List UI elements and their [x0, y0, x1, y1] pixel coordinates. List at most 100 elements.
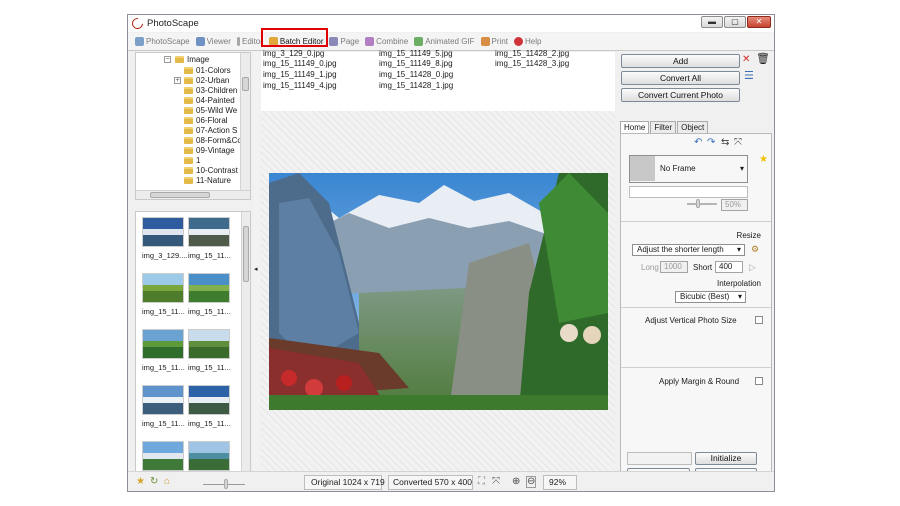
thumbnail-item[interactable]: img_15_11...	[142, 329, 188, 372]
crop-icon[interactable]: ⤧	[734, 138, 742, 148]
file-item[interactable]: img_15_11428_2.jpg	[495, 49, 569, 58]
tab-home[interactable]: Home	[620, 121, 650, 133]
delete-icon[interactable]: ✕	[742, 55, 750, 65]
frame-percent-field[interactable]: 50%	[721, 199, 748, 211]
file-item[interactable]: img_15_11428_1.jpg	[379, 81, 453, 90]
config-name-field[interactable]	[627, 452, 692, 465]
tree-item-11-nature[interactable]: 11-Nature	[184, 175, 231, 185]
rotate-right-icon[interactable]: ↷	[707, 138, 715, 148]
expand-02-urban-toggle[interactable]: +	[174, 77, 181, 84]
thumbnail-vertical-scrollbar[interactable]	[241, 212, 250, 484]
favorite-folder-icon[interactable]: ★	[136, 477, 145, 487]
close-button[interactable]: ✕	[747, 16, 771, 28]
thumbnail-caption: img_15_11...	[142, 419, 185, 428]
frame-select[interactable]: No Frame	[629, 155, 748, 183]
tree-scroll-thumb[interactable]	[242, 77, 249, 91]
folder-up-icon[interactable]: ⌂	[164, 477, 170, 487]
tree-item-05-wild[interactable]: 05-Wild We	[184, 105, 237, 115]
folder-tree[interactable]: − Image 01-Colors + 02-Urban 03-Children…	[135, 52, 251, 200]
tab-help[interactable]: Help	[511, 34, 544, 50]
list-settings-icon[interactable]: ☰	[744, 71, 754, 82]
rotate-left-icon[interactable]: ↶	[694, 138, 702, 148]
tree-item-02-urban[interactable]: 02-Urban	[184, 75, 229, 85]
thumbnail-item[interactable]: img_15_11...	[188, 329, 234, 372]
thumbnail-item[interactable]: img_15_11...	[188, 217, 234, 260]
tree-item-06-floral[interactable]: 06-Floral	[184, 115, 228, 125]
collapse-image-toggle[interactable]: −	[164, 56, 171, 63]
tree-item-label: 05-Wild We	[196, 105, 238, 115]
tree-hscroll-thumb[interactable]	[150, 192, 210, 198]
file-item[interactable]: img_15_11149_0.jpg	[263, 59, 337, 68]
adjust-vertical-checkbox[interactable]	[755, 316, 763, 324]
zoom-out-icon[interactable]: ⊖	[526, 476, 537, 488]
apply-margin-checkbox[interactable]	[755, 377, 763, 385]
convert-current-photo-button[interactable]: Convert Current Photo	[621, 88, 740, 102]
frame-slider-thumb[interactable]	[696, 199, 700, 208]
tree-root-image[interactable]: Image	[175, 54, 209, 64]
file-item[interactable]: img_15_11428_0.jpg	[379, 70, 453, 79]
tree-item-04-painted[interactable]: 04-Painted	[184, 95, 235, 105]
file-list[interactable]: img_3_129_0.jpg img_15_11149_0.jpg img_1…	[261, 49, 615, 111]
tree-item-1[interactable]: 1	[184, 155, 200, 165]
favorite-star-icon[interactable]: ★	[759, 155, 768, 165]
add-button[interactable]: Add	[621, 54, 740, 68]
convert-all-button[interactable]: Convert All	[621, 71, 740, 85]
tab-photoscape[interactable]: PhotoScape	[132, 34, 193, 50]
tab-filter[interactable]: Filter	[650, 121, 677, 133]
tab-object[interactable]: Object	[677, 121, 709, 133]
maximize-button[interactable]: ▢	[724, 16, 746, 28]
file-item[interactable]: img_15_11149_4.jpg	[263, 81, 337, 90]
tab-combine[interactable]: Combine	[362, 34, 411, 50]
pane-splitter[interactable]: ◂	[253, 52, 260, 490]
flip-icon[interactable]: ⇆	[721, 138, 729, 148]
short-input[interactable]: 400	[715, 261, 743, 273]
tree-vertical-scrollbar[interactable]	[240, 53, 250, 199]
thumbnail-list[interactable]: img_3_129.... img_15_11... img_15_11... img…	[135, 211, 251, 485]
tab-editor[interactable]: Editor	[234, 34, 266, 50]
folder-icon	[184, 156, 193, 164]
tree-horizontal-scrollbar[interactable]	[136, 190, 250, 199]
tab-label: Viewer	[206, 37, 231, 46]
tree-item-07-action[interactable]: 07-Action S	[184, 125, 237, 135]
tree-item-label: 10-Contrast	[196, 165, 238, 175]
tab-batch-editor[interactable]: Batch Editor	[266, 34, 327, 50]
thumbnail-item[interactable]: img_15_11...	[188, 385, 234, 428]
file-item[interactable]: img_3_129_0.jpg	[263, 49, 324, 58]
file-item[interactable]: img_15_11149_1.jpg	[263, 70, 337, 79]
thumbnail-scroll-thumb[interactable]	[243, 226, 249, 282]
file-item[interactable]: img_15_11149_8.jpg	[379, 59, 453, 68]
fit-screen-icon[interactable]: ⛶	[478, 477, 485, 487]
home-options-panel: ↶ ↷ ⇆ ⤧ ★ No Frame 50% Resize Adjust the…	[620, 133, 772, 481]
size-arrow-icon[interactable]: ▷	[749, 262, 756, 272]
interpolation-select[interactable]: Bicubic (Best)	[675, 291, 746, 303]
thumbnail-size-thumb[interactable]	[224, 479, 228, 489]
folder-icon	[184, 76, 193, 84]
thumbnail-item[interactable]: img_3_129....	[142, 217, 188, 260]
refresh-icon[interactable]: ↻	[150, 477, 158, 487]
trash-icon[interactable]: 🗑	[756, 54, 770, 65]
long-input[interactable]: 1000	[660, 261, 688, 273]
tab-animated-gif[interactable]: Animated GIF	[411, 34, 477, 50]
tree-item-03-children[interactable]: 03-Children	[184, 85, 237, 95]
file-item[interactable]: img_15_11428_3.jpg	[495, 59, 569, 68]
frame-strength-slider[interactable]	[687, 203, 717, 205]
tree-item-08-form[interactable]: 08-Form&Co	[184, 135, 242, 145]
zoom-in-icon[interactable]: ⊕	[512, 477, 520, 487]
resize-mode-select[interactable]: Adjust the shorter length	[632, 244, 745, 256]
tab-print[interactable]: Print	[478, 34, 511, 50]
tree-item-01-colors[interactable]: 01-Colors	[184, 65, 231, 75]
collapse-arrow-icon[interactable]: ◂	[254, 265, 258, 275]
initialize-button[interactable]: Initialize	[695, 452, 757, 465]
tree-item-10-contrast[interactable]: 10-Contrast	[184, 165, 238, 175]
thumbnail-item[interactable]: img_15_11...	[142, 385, 188, 428]
thumbnail-item[interactable]: img_15_11...	[142, 273, 188, 316]
thumbnail-item[interactable]: img_15_11...	[188, 273, 234, 316]
minimize-button[interactable]: ▬	[701, 16, 723, 28]
file-item[interactable]: img_15_11149_5.jpg	[379, 49, 453, 58]
tree-item-09-vintage[interactable]: 09-Vintage	[184, 145, 235, 155]
tab-page[interactable]: Page	[326, 34, 362, 50]
thumbnail-caption: img_15_11...	[142, 307, 185, 316]
resize-settings-icon[interactable]: ⚙	[751, 244, 759, 254]
tab-viewer[interactable]: Viewer	[193, 34, 234, 50]
actual-size-icon[interactable]: ⤧	[492, 477, 500, 487]
